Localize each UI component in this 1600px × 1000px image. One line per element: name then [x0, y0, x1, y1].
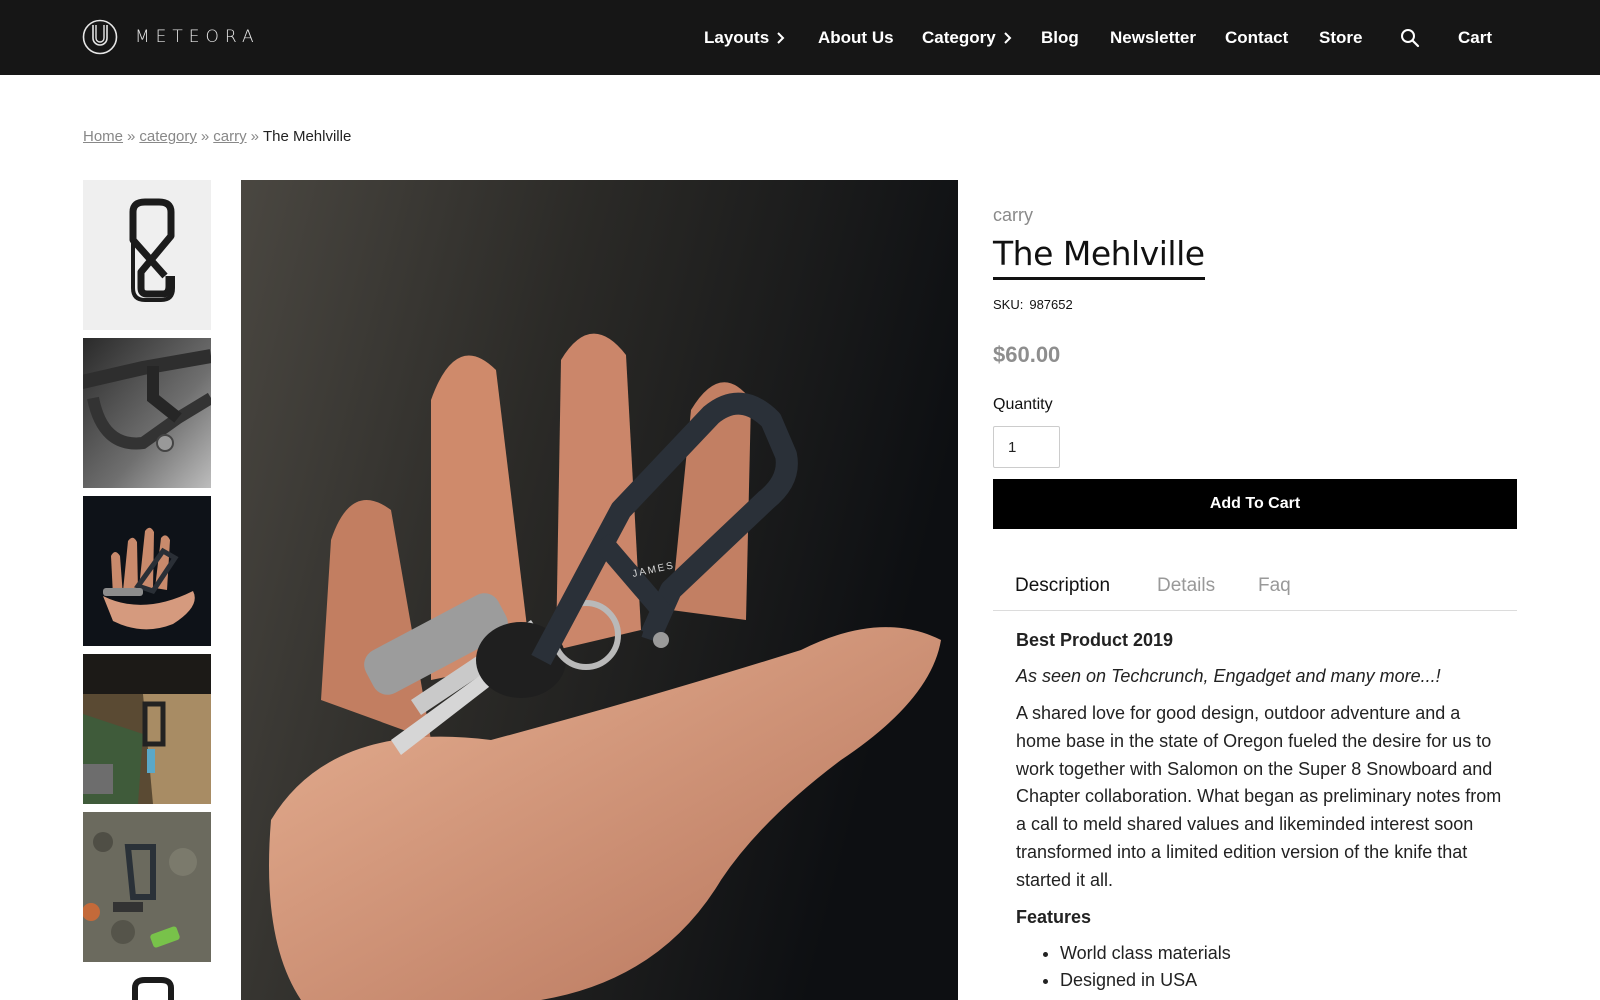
nav-item-label: Newsletter: [1110, 28, 1196, 47]
hand-holding-keys-image: [83, 496, 211, 646]
product-thumbnail-2[interactable]: [83, 338, 211, 488]
chevron-right-icon: [1003, 32, 1012, 44]
tab-details[interactable]: Details: [1157, 575, 1215, 597]
breadcrumb-carry-link[interactable]: carry: [213, 128, 246, 145]
quantity-label: Quantity: [993, 396, 1053, 413]
tab-faq[interactable]: Faq: [1258, 575, 1291, 597]
product-thumbnail-3[interactable]: [83, 496, 211, 646]
breadcrumb-home-link[interactable]: Home: [83, 128, 123, 145]
carabiner-product-image: [83, 180, 211, 330]
nav-item-blog[interactable]: Blog: [1041, 27, 1079, 49]
product-price: $60.00: [993, 342, 1061, 367]
breadcrumb-separator: »: [200, 128, 210, 145]
carabiner-closeup-image: [83, 338, 211, 488]
sku-value: 987652: [1029, 297, 1073, 312]
nav-item-label: Layouts: [704, 28, 770, 47]
breadcrumb: Home» category» carry» The Mehlville: [83, 128, 351, 145]
cart-link[interactable]: Cart: [1458, 27, 1492, 49]
breadcrumb-category-link[interactable]: category: [139, 128, 197, 145]
feature-item: World class materials: [1060, 940, 1506, 967]
product-sku: SKU: 987652: [993, 297, 1073, 312]
nav-item-category[interactable]: Category: [922, 27, 1012, 49]
chevron-right-icon: [777, 32, 785, 44]
carabiner-product-image: [83, 970, 211, 1000]
nav-item-label: Store: [1319, 28, 1363, 47]
features-heading: Features: [1016, 906, 1092, 927]
product-main-image: JAMES: [241, 180, 958, 1000]
cart-label: Cart: [1458, 28, 1493, 47]
description-body: A shared love for good design, outdoor a…: [1016, 703, 1502, 890]
nav-item-layouts[interactable]: Layouts: [704, 27, 785, 49]
description-heading: Best Product 2019: [1016, 630, 1174, 650]
add-to-cart-button[interactable]: Add To Cart: [993, 479, 1517, 529]
quantity-input[interactable]: [993, 426, 1060, 468]
search-icon[interactable]: [1400, 28, 1420, 48]
tab-description[interactable]: Description: [1015, 575, 1110, 597]
product-thumbnail-4[interactable]: [83, 654, 211, 804]
product-thumbnail-6[interactable]: [83, 970, 211, 1000]
sku-label: SKU:: [993, 297, 1024, 312]
breadcrumb-separator: »: [127, 128, 136, 145]
product-category: carry: [993, 205, 1033, 225]
carabiner-on-belt-image: [83, 654, 211, 804]
description-panel: Best Product 2019 As seen on Techcrunch,…: [1016, 630, 1506, 994]
main-nav: Layouts About Us Category Blog Newslette…: [0, 0, 1600, 75]
carabiner-on-ground-image: [83, 812, 211, 962]
nav-item-label: Contact: [1225, 28, 1289, 47]
breadcrumb-current: The Mehlville: [262, 128, 352, 145]
product-thumbnail-5[interactable]: [83, 812, 211, 962]
feature-item: Designed in USA: [1060, 967, 1506, 994]
site-header: METEORA Layouts About Us Category Blog N…: [0, 0, 1600, 75]
product-thumbnail-1[interactable]: [83, 180, 211, 330]
product-title: The Mehlville: [993, 234, 1205, 280]
nav-item-contact[interactable]: Contact: [1225, 27, 1288, 49]
description-tagline: As seen on Techcrunch, Engadget and many…: [1016, 666, 1441, 686]
nav-item-label: Category: [922, 28, 996, 47]
nav-item-label: About Us: [818, 28, 894, 47]
nav-item-newsletter[interactable]: Newsletter: [1110, 27, 1196, 49]
product-tabs: Description Details Faq: [993, 571, 1517, 611]
breadcrumb-separator: »: [250, 128, 259, 145]
hand-holding-keys-image: JAMES: [241, 180, 958, 1000]
nav-item-store[interactable]: Store: [1319, 27, 1362, 49]
nav-item-about-us[interactable]: About Us: [818, 27, 894, 49]
nav-item-label: Blog: [1041, 28, 1079, 47]
features-list: World class materials Designed in USA: [1016, 940, 1506, 994]
